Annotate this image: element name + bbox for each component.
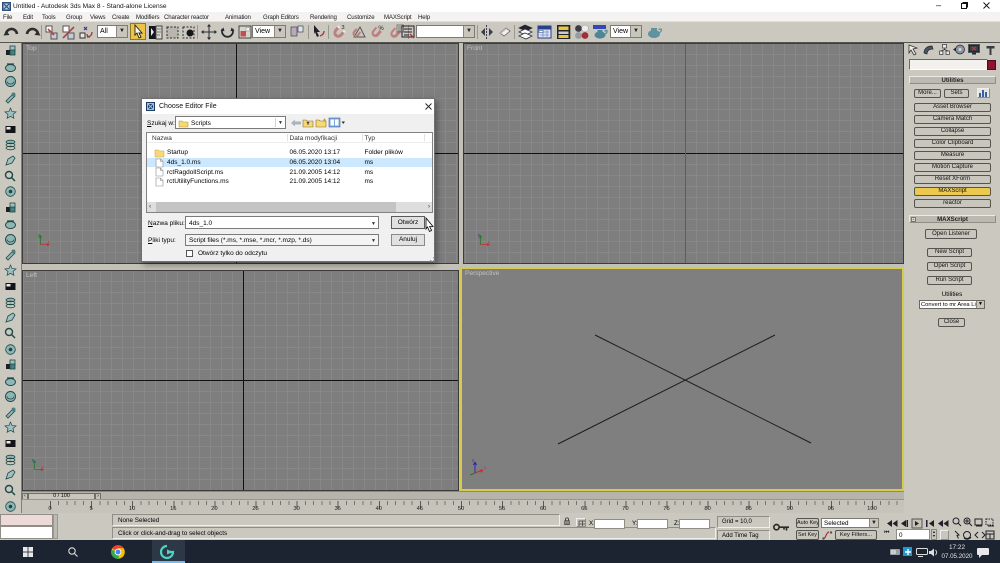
- svg-text:x: x: [488, 240, 490, 244]
- svg-text:x: x: [484, 465, 487, 470]
- svg-text:3: 3: [341, 25, 344, 31]
- svg-text:x: x: [42, 465, 44, 469]
- svg-text:%: %: [378, 26, 384, 32]
- svg-text:z: z: [32, 458, 34, 462]
- svg-text:z: z: [478, 233, 480, 237]
- svg-text:y: y: [38, 233, 40, 237]
- svg-text:x: x: [48, 240, 50, 244]
